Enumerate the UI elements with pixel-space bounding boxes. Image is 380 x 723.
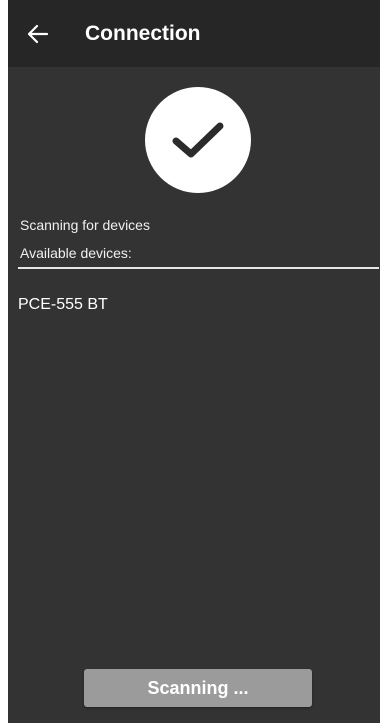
available-devices-label: Available devices: <box>20 245 132 261</box>
arrow-left-icon <box>27 24 49 44</box>
status-indicator <box>145 87 251 193</box>
checkmark-icon <box>172 122 224 158</box>
scan-status-text: Scanning for devices <box>20 217 150 233</box>
scan-button[interactable]: Scanning ... <box>84 669 312 707</box>
divider <box>18 267 379 269</box>
page-title: Connection <box>85 22 201 45</box>
app-bar: Connection <box>8 0 380 67</box>
back-button[interactable] <box>22 18 54 50</box>
connection-screen: Connection Scanning for devices Availabl… <box>8 0 380 723</box>
device-list: PCE-555 BT <box>8 290 380 320</box>
device-item[interactable]: PCE-555 BT <box>8 290 380 320</box>
